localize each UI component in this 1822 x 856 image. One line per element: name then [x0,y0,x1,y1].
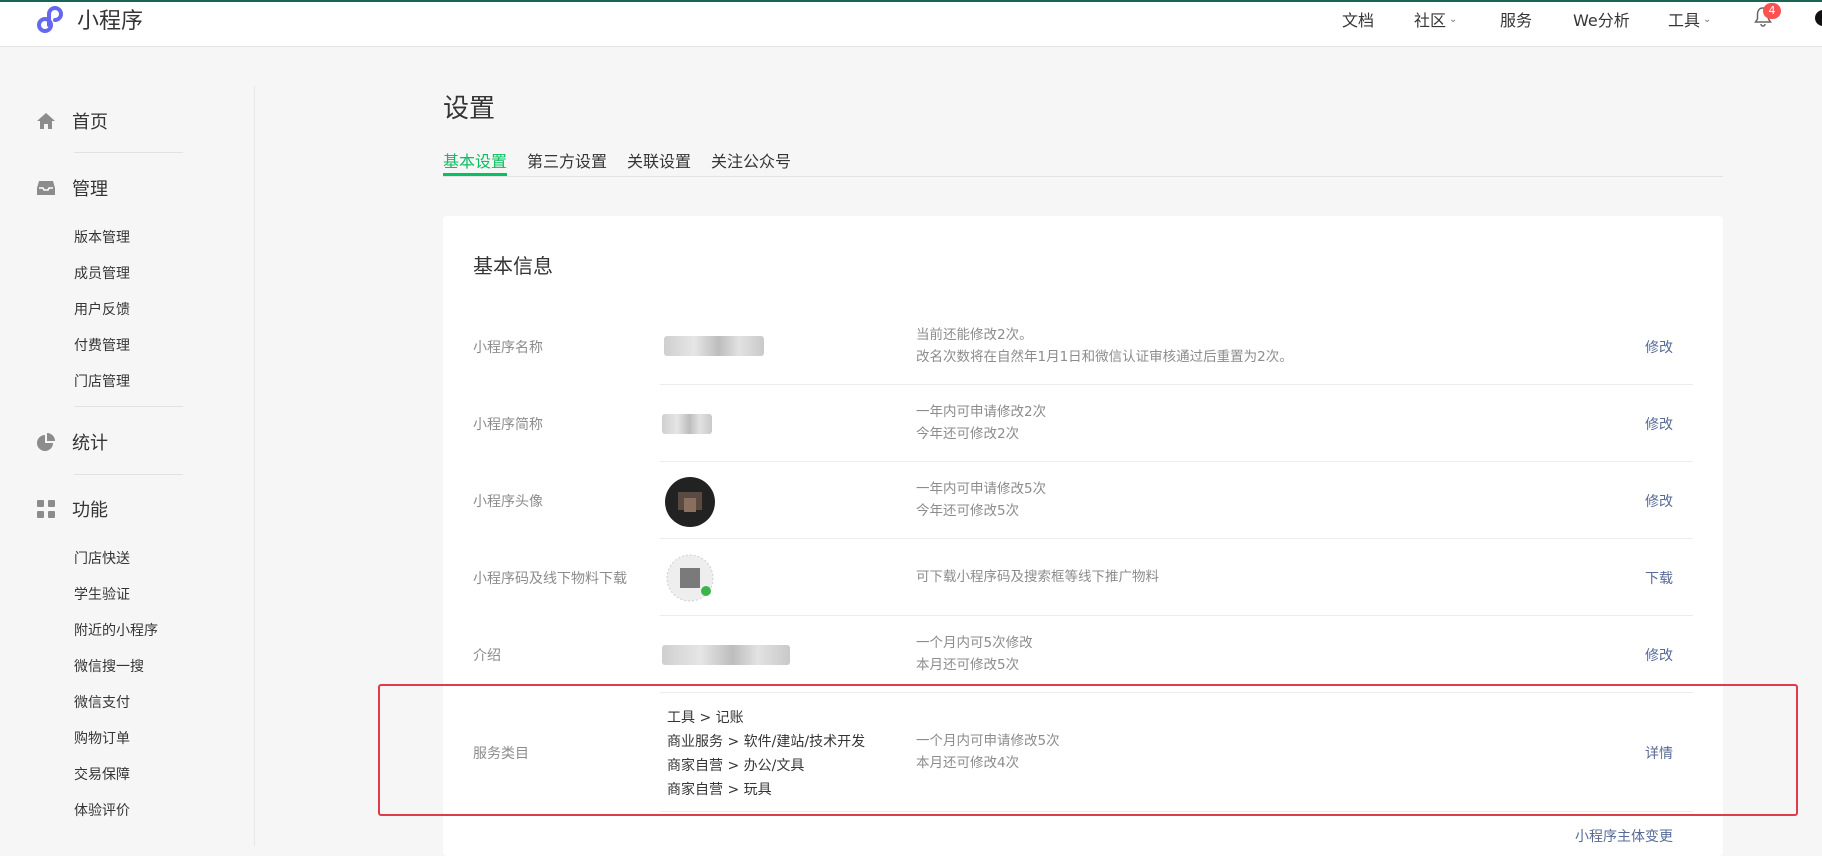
avatar[interactable] [1815,10,1822,26]
row-desc-line: 改名次数将在自然年1月1日和微信认证审核通过后重置为2次。 [916,349,1293,365]
nav-tools[interactable]: 工具 ⌄ [1668,2,1711,36]
chevron-down-icon: ⌄ [1449,13,1458,25]
notification-badge: 4 [1763,3,1781,19]
home-icon [37,113,55,129]
sidebar-item-member-management[interactable]: 成员管理 [74,263,130,283]
redacted-intro [662,645,790,665]
edit-avatar-link[interactable]: 修改 [1645,491,1673,511]
sidebar-item-payment-management[interactable]: 付费管理 [74,335,130,355]
sidebar-group-features[interactable]: 功能 [36,496,108,522]
tab-basic-settings[interactable]: 基本设置 [443,148,507,172]
sidebar-item-nearby-mini-programs[interactable]: 附近的小程序 [74,620,158,640]
sidebar-item-user-feedback[interactable]: 用户反馈 [74,299,130,319]
redacted-name [664,336,764,356]
sidebar-item-experience-rating[interactable]: 体验评价 [74,800,130,820]
app-logo[interactable]: 小程序 [36,2,143,36]
sidebar-divider [74,152,183,153]
logo-text: 小程序 [77,9,144,34]
sidebar-item-student-verification[interactable]: 学生验证 [74,584,130,604]
sidebar-item-store-delivery[interactable]: 门店快送 [74,548,130,568]
nav-we-analytics[interactable]: We分析 [1573,2,1630,36]
sidebar-item-stats[interactable]: 统计 [36,429,108,455]
row-divider [660,615,1693,616]
nav-services-label: 服务 [1500,11,1533,30]
sidebar-item-label: 统计 [72,433,108,454]
tab-follow-official-account[interactable]: 关注公众号 [711,148,791,172]
row-desc-line: 当前还能修改2次。 [916,327,1033,343]
row-desc-name: 当前还能修改2次。 改名次数将在自然年1月1日和微信认证审核通过后重置为2次。 [916,324,1293,368]
section-title: 基本信息 [473,254,553,278]
nav-docs[interactable]: 文档 [1342,2,1374,36]
inbox-icon [37,181,55,195]
row-desc-line: 今年还可修改2次 [916,426,1020,442]
nav-we-analytics-label: We分析 [1573,11,1630,30]
tab-association-settings[interactable]: 关联设置 [627,148,691,172]
sidebar-item-transaction-protection[interactable]: 交易保障 [74,764,130,784]
settings-tabs: 基本设置 第三方设置 关联设置 关注公众号 [443,146,1723,177]
row-label-avatar: 小程序头像 [473,494,543,510]
sidebar-group-manage[interactable]: 管理 [36,175,108,201]
chevron-down-icon: ⌄ [1703,13,1712,25]
edit-short-name-link[interactable]: 修改 [1645,414,1673,434]
redacted-short-name [662,414,712,434]
sidebar-group-label: 功能 [72,500,108,521]
row-desc-line: 今年还可修改5次 [916,503,1020,519]
row-desc-line: 一个月内可5次修改 [916,635,1033,651]
sidebar-item-wechat-pay[interactable]: 微信支付 [74,692,130,712]
sidebar-item-home[interactable]: 首页 [36,108,108,134]
sidebar-group-label: 管理 [72,179,108,200]
row-divider [660,384,1693,385]
grid-icon [37,500,55,518]
row-divider [660,461,1693,462]
sidebar-item-wechat-search[interactable]: 微信搜一搜 [74,656,144,676]
nav-docs-label: 文档 [1342,11,1375,30]
row-desc-line: 一年内可申请修改5次 [916,481,1047,497]
sidebar-item-label: 首页 [72,112,108,133]
row-desc-intro: 一个月内可5次修改 本月还可修改5次 [916,632,1033,676]
nav-tools-label: 工具 [1668,11,1701,30]
download-link[interactable]: 下载 [1645,568,1673,588]
edit-name-link[interactable]: 修改 [1645,337,1673,357]
mini-program-logo-icon [37,6,63,33]
row-desc-line: 本月还可修改5次 [916,657,1020,673]
page-title: 设置 [443,94,496,124]
active-tab-indicator [443,173,507,176]
row-desc-code-download: 可下载小程序码及搜索框等线下推广物料 [916,569,1159,585]
avatar [665,477,715,527]
top-header: 小程序 文档 社区 ⌄ 服务 We分析 工具 ⌄ 4 [0,2,1822,47]
sidebar-item-version-management[interactable]: 版本管理 [74,227,130,247]
row-desc-line: 一年内可申请修改2次 [916,404,1047,420]
entity-change-link[interactable]: 小程序主体变更 [1575,826,1673,846]
row-desc-short-name: 一年内可申请修改2次 今年还可修改2次 [916,401,1046,445]
edit-intro-link[interactable]: 修改 [1645,645,1673,665]
sidebar-divider [74,406,183,407]
row-label-code-download: 小程序码及线下物料下载 [473,571,627,587]
row-label-name: 小程序名称 [473,340,543,356]
sidebar-item-store-management[interactable]: 门店管理 [74,371,130,391]
pie-chart-icon [37,433,55,451]
sidebar-divider [254,86,255,846]
nav-community-label: 社区 [1414,11,1447,30]
highlight-box [378,684,1798,816]
nav-services[interactable]: 服务 [1500,2,1532,36]
row-label-short-name: 小程序简称 [473,417,543,433]
row-desc-avatar: 一年内可申请修改5次 今年还可修改5次 [916,478,1046,522]
sidebar-item-shopping-orders[interactable]: 购物订单 [74,728,130,748]
nav-community[interactable]: 社区 ⌄ [1414,2,1457,36]
row-divider [660,538,1693,539]
tab-third-party-settings[interactable]: 第三方设置 [527,148,607,172]
row-label-intro: 介绍 [473,648,501,664]
sidebar-divider [74,474,183,475]
mini-program-code-icon [666,554,714,602]
